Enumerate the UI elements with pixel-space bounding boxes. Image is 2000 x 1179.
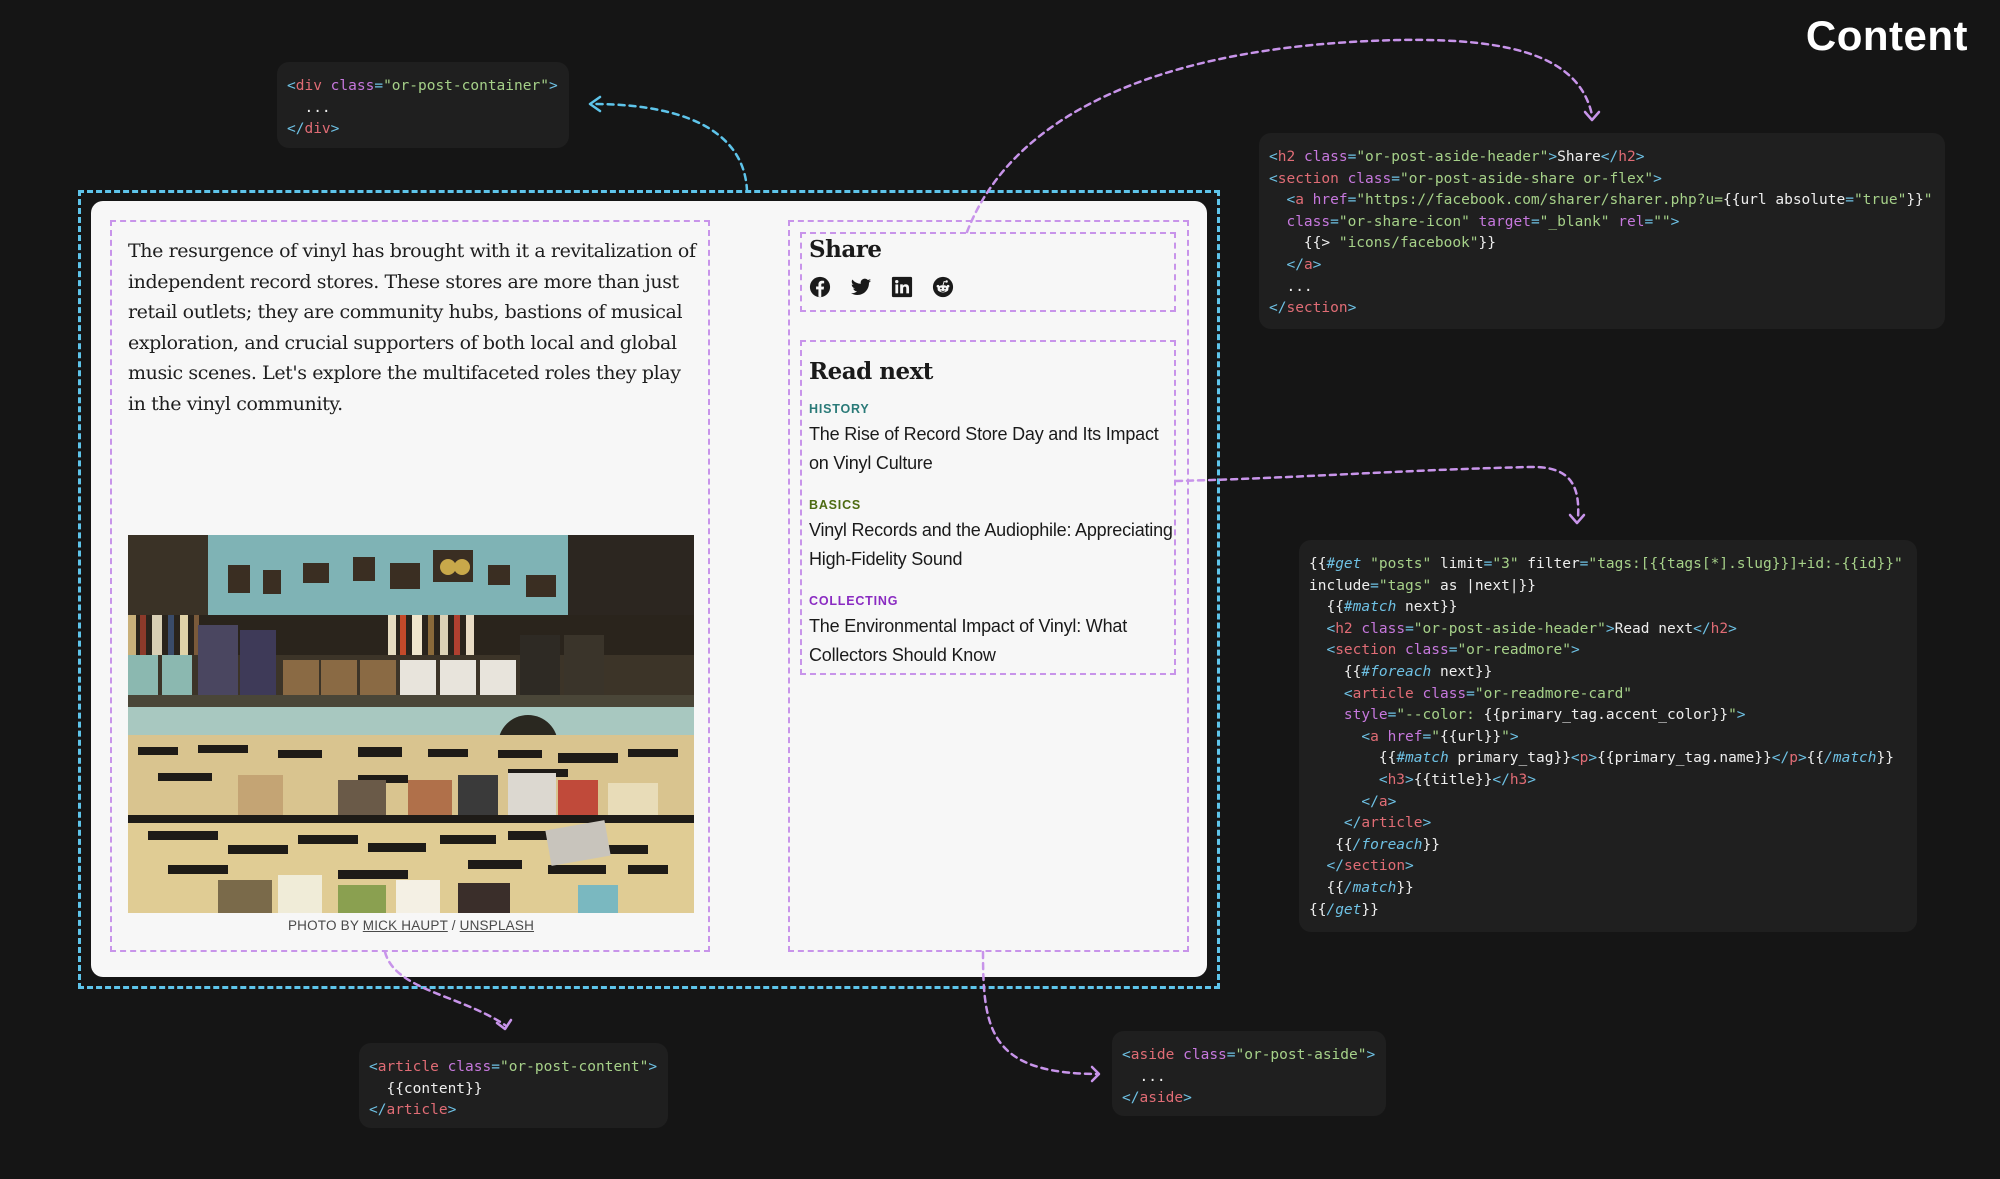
code-line: </section> bbox=[1326, 858, 1414, 875]
readnext-card[interactable]: BASICS Vinyl Records and the Audiophile:… bbox=[809, 498, 1179, 574]
code-line: {{/get}} bbox=[1309, 901, 1379, 918]
code-snippet-container: <div class="or-post-container"> ... </div… bbox=[277, 62, 569, 148]
code-line: <h2 class="or-post-aside-header">Read ne… bbox=[1326, 620, 1737, 637]
code-line: include="tags" as |next|}} bbox=[1309, 577, 1536, 594]
code-line: </article> bbox=[1343, 815, 1432, 832]
code-line: </aside> bbox=[1122, 1090, 1192, 1107]
readnext-card-tag: COLLECTING bbox=[809, 594, 899, 608]
post-body-text: The resurgence of vinyl has brought with… bbox=[128, 240, 696, 415]
code-line: </a> bbox=[1361, 793, 1397, 810]
arrow-readnext-to-code bbox=[1174, 465, 1580, 520]
share-icons bbox=[809, 276, 954, 298]
code-line: {{#foreach next}} bbox=[1309, 663, 1493, 680]
code-line: {{> "icons/facebook"}} bbox=[1269, 235, 1496, 252]
facebook-icon[interactable] bbox=[809, 276, 831, 298]
code-line: ... bbox=[287, 99, 331, 116]
code-snippet-readnext: {{#get "posts" limit="3" filter="tags:[{… bbox=[1299, 540, 1917, 932]
code-line: {{#get "posts" limit="3" filter="tags:[{… bbox=[1309, 556, 1903, 572]
code-line: style="--color: {{primary_tag.accent_col… bbox=[1343, 707, 1746, 724]
code-line: ... bbox=[1122, 1068, 1166, 1085]
code-snippet-aside: <aside class="or-post-aside"> ... </aside… bbox=[1112, 1031, 1386, 1116]
code-line: </section> bbox=[1269, 300, 1357, 317]
code-line: <section class="or-readmore"> bbox=[1326, 642, 1580, 659]
code-line: </article> bbox=[369, 1102, 457, 1119]
code-line: {{/foreach}} bbox=[1309, 836, 1440, 853]
code-line: ... bbox=[1269, 278, 1313, 295]
page-title: Content bbox=[1805, 12, 1968, 59]
arrowhead-aside bbox=[1090, 1065, 1101, 1083]
readnext-card-title: The Environmental Impact of Vinyl: What … bbox=[809, 616, 1128, 665]
arrowhead-content bbox=[495, 1018, 513, 1031]
photo-caption: PHOTO BY MICK HAUPT / UNSPLASH bbox=[128, 918, 694, 933]
caption-prefix: PHOTO BY bbox=[287, 918, 363, 933]
code-line: <aside class="or-post-aside"> bbox=[1122, 1047, 1376, 1063]
arrow-container-to-code bbox=[594, 102, 749, 193]
photo-author-link[interactable]: MICK HAUPT bbox=[363, 918, 448, 933]
code-line: <article class="or-post-content"> bbox=[369, 1059, 658, 1075]
code-line: <a href="https://facebook.com/sharer/sha… bbox=[1286, 192, 1933, 209]
twitter-icon[interactable] bbox=[850, 276, 872, 298]
arrowhead-share bbox=[1583, 110, 1601, 122]
readnext-card[interactable]: COLLECTING The Environmental Impact of V… bbox=[809, 594, 1179, 670]
photo-source-link[interactable]: UNSPLASH bbox=[460, 918, 534, 933]
readnext-card-title: Vinyl Records and the Audiophile: Apprec… bbox=[809, 520, 1173, 569]
readnext-card[interactable]: HISTORY The Rise of Record Store Day and… bbox=[809, 402, 1179, 478]
readnext-card-tag: HISTORY bbox=[809, 402, 870, 416]
readnext-heading: Read next bbox=[809, 358, 933, 385]
linkedin-icon[interactable] bbox=[891, 276, 913, 298]
code-line: <div class="or-post-container"> bbox=[287, 78, 558, 94]
post-photo bbox=[128, 535, 694, 913]
code-line: <h3>{{title}}</h3> bbox=[1378, 771, 1537, 788]
arrowhead-readnext bbox=[1568, 513, 1586, 525]
code-line: class="or-share-icon" target="_blank" re… bbox=[1286, 213, 1680, 230]
code-line: <a href="{{url}}"> bbox=[1361, 728, 1519, 745]
arrowhead-container bbox=[588, 95, 602, 113]
caption-separator: / bbox=[447, 918, 460, 933]
code-line: {{content}} bbox=[369, 1080, 483, 1097]
code-snippet-share: <h2 class="or-post-aside-header">Share</… bbox=[1259, 133, 1945, 329]
code-line: <article class="or-readmore-card" bbox=[1343, 685, 1633, 702]
readnext-card-title: The Rise of Record Store Day and Its Imp… bbox=[809, 424, 1159, 473]
reddit-icon[interactable] bbox=[932, 276, 954, 298]
code-line: {{/match}} bbox=[1309, 879, 1414, 896]
code-line: <h2 class="or-post-aside-header">Share</… bbox=[1269, 149, 1645, 165]
share-heading: Share bbox=[809, 236, 882, 263]
code-snippet-content: <article class="or-post-content"> {{cont… bbox=[359, 1043, 668, 1128]
code-line: {{#match primary_tag}}<p>{{primary_tag.n… bbox=[1309, 750, 1894, 767]
code-line: </a> bbox=[1286, 256, 1322, 273]
code-line: {{#match next}} bbox=[1309, 599, 1458, 616]
code-line: </div> bbox=[287, 121, 340, 138]
code-line: <section class="or-post-aside-share or-f… bbox=[1269, 170, 1662, 187]
record-store-image bbox=[128, 535, 694, 913]
readnext-card-tag: BASICS bbox=[809, 498, 862, 512]
